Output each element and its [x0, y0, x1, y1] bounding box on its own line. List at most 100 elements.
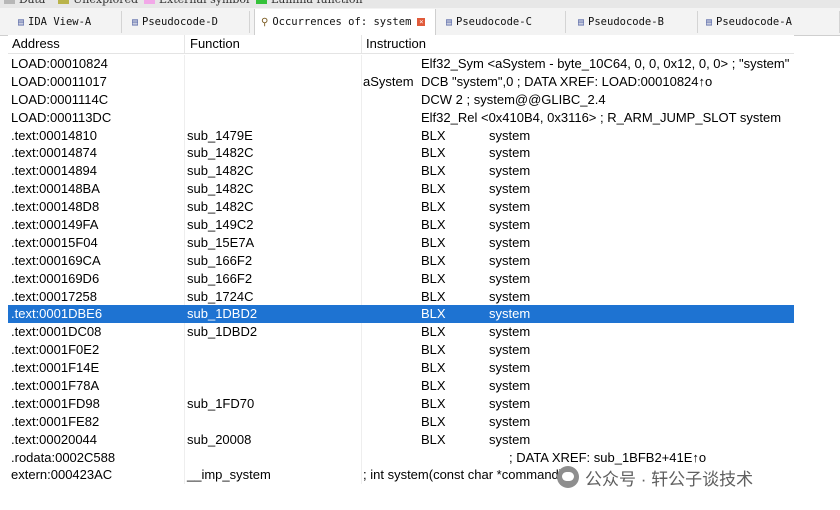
ida-view-icon: ▤ [18, 16, 25, 28]
column-divider [361, 72, 362, 91]
column-divider [361, 180, 362, 199]
instruction-mnemonic: Elf32_Rel <0x410B4, 0x3116> ; R_ARM_JUMP… [421, 109, 782, 125]
legend-swatch [144, 0, 155, 4]
list-item[interactable]: .text:00014810 sub_1479E BLX system [8, 126, 794, 145]
tab-pseudocode-d[interactable]: ▤ Pseudocode-D [126, 11, 250, 33]
list-item[interactable]: .text:0001FE82 BLX system [8, 412, 794, 431]
cell-address: LOAD:0001114C [11, 91, 109, 107]
list-item[interactable]: LOAD:00011017 aSystem DCB "system",0 ; DAT… [8, 72, 794, 91]
list-item[interactable]: .text:000148BA sub_1482C BLX system [8, 180, 794, 199]
column-divider [184, 216, 185, 234]
column-divider [184, 269, 185, 288]
list-item[interactable]: .text:00015F04 sub_15E7A BLX system [8, 233, 794, 252]
list-item[interactable]: .text:0001F14E BLX system [8, 359, 794, 378]
instruction-mnemonic: BLX [421, 234, 446, 250]
column-header-function[interactable]: Function [190, 35, 240, 53]
list-item[interactable]: .text:0001F0E2 BLX system [8, 341, 794, 360]
cell-function: sub_15E7A [187, 234, 255, 250]
cell-instruction: aSystem DCB "system",0 ; DATA XREF: LOAD:… [363, 73, 712, 91]
column-divider [184, 466, 185, 485]
instruction-mnemonic: DCW 2 ; system@@GLIBC_2.4 [421, 91, 606, 107]
tab-occurrences-of-system[interactable]: ⚲ Occurrences of: system × [254, 9, 436, 35]
list-item[interactable]: .text:0001F78A BLX system [8, 377, 794, 395]
instruction-operand: system [489, 395, 531, 411]
legend-swatch [256, 0, 267, 4]
column-separator[interactable] [361, 35, 362, 53]
column-header: Address Function Instruction [8, 35, 794, 54]
column-divider [184, 341, 185, 360]
instruction-operand: system [489, 378, 531, 394]
cell-function: sub_149C2 [187, 217, 254, 233]
instruction-mnemonic: Elf32_Sym <aSystem - byte_10C64, 0, 0, 0… [421, 56, 790, 71]
list-item[interactable]: .text:000148D8 sub_1482C BLX system [8, 198, 794, 217]
instruction-operand: system [489, 413, 531, 429]
list-item[interactable]: LOAD:00010824 Elf32_Sym <aSystem - byte_1… [8, 55, 794, 73]
list-item[interactable]: LOAD:000113DC Elf32_Rel <0x410B4, 0x3116>… [8, 108, 794, 127]
column-divider [361, 162, 362, 181]
column-divider [361, 412, 362, 431]
list-item[interactable]: .text:00017258 sub_1724C BLX system [8, 287, 794, 306]
cell-address: .text:0001FE82 [11, 413, 100, 429]
watermark-text: 公众号 · 轩公子谈技术 [585, 469, 754, 489]
tab-label: IDA View-A [28, 16, 92, 28]
cell-address: .text:00014874 [11, 145, 98, 161]
column-divider [184, 305, 185, 324]
list-item[interactable]: .text:0001DBE6 sub_1DBD2 BLX system [8, 305, 794, 324]
list-item[interactable]: .text:00020044 sub_20008 BLX system [8, 430, 794, 449]
column-divider [184, 233, 185, 252]
legend-label: Unexplored [73, 0, 138, 6]
instruction-label: ; int system(const char *command) [363, 467, 564, 483]
cell-function: sub_1724C [187, 288, 254, 304]
tab-label: Pseudocode-B [588, 16, 664, 28]
tab-close-icon[interactable]: × [417, 18, 426, 26]
tab-pseudocode-b[interactable]: ▤ Pseudocode-B [572, 11, 698, 33]
column-header-address[interactable]: Address [12, 35, 60, 53]
list-item[interactable]: .text:0001FD98 sub_1FD70 BLX system [8, 394, 794, 413]
list-item[interactable]: .text:000169CA sub_166F2 BLX system [8, 251, 794, 270]
tab-pseudocode-c[interactable]: ▤ Pseudocode-C [440, 11, 566, 33]
list-item[interactable]: .text:000149FA sub_149C2 BLX system [8, 216, 794, 234]
instruction-mnemonic: BLX [421, 217, 446, 233]
list-item[interactable]: .text:00014894 sub_1482C BLX system [8, 162, 794, 181]
cell-address: .text:00015F04 [11, 234, 98, 250]
legend-swatch [58, 0, 69, 4]
instruction-mnemonic: BLX [421, 342, 446, 358]
pseudocode-icon: ▤ [446, 16, 453, 28]
column-separator[interactable] [184, 35, 185, 53]
instruction-operand: system [489, 127, 531, 143]
instruction-operand: system [489, 199, 531, 215]
instruction-operand: system [489, 252, 531, 268]
cell-address: .text:000149FA [11, 217, 99, 233]
instruction-mnemonic: BLX [421, 413, 446, 429]
tab-pseudocode-a[interactable]: ▤ Pseudocode-A [700, 11, 840, 33]
instruction-operand: system [489, 163, 531, 179]
cell-address: .text:000169CA [11, 252, 101, 268]
instruction-mnemonic: BLX [421, 181, 446, 197]
instruction-operand: system [489, 306, 531, 322]
watermark: 公众号 · 轩公子谈技术 [557, 463, 753, 491]
cell-function: sub_1DBD2 [187, 306, 258, 322]
column-divider [361, 126, 362, 145]
legend-label: Lumina function [271, 0, 363, 6]
cell-function: sub_1FD70 [187, 395, 255, 411]
column-divider [184, 55, 185, 73]
list-item[interactable]: .text:00014874 sub_1482C BLX system [8, 144, 794, 163]
column-divider [361, 448, 362, 467]
legend-item: Unexplored [58, 0, 138, 6]
tab-ida-view-a[interactable]: ▤ IDA View-A [12, 11, 122, 33]
cell-function: sub_1482C [187, 181, 254, 197]
list-item[interactable]: LOAD:0001114C DCW 2 ; system@@GLIBC_2.4 [8, 90, 794, 109]
column-divider [361, 269, 362, 288]
list-item[interactable]: .text:0001DC08 sub_1DBD2 BLX system [8, 323, 794, 342]
column-divider [361, 394, 362, 413]
occurrences-list: LOAD:00010824 Elf32_Sym <aSystem - byte_1… [8, 55, 794, 485]
legend-item: Data [4, 0, 45, 6]
instruction-operand: system [489, 145, 531, 161]
tab-label: Pseudocode-A [716, 16, 792, 28]
list-item[interactable]: .text:000169D6 sub_166F2 BLX system [8, 269, 794, 288]
cell-address: LOAD:00011017 [11, 73, 107, 89]
column-divider [184, 198, 185, 217]
cell-address: .text:0001DC08 [11, 324, 102, 340]
instruction-mnemonic: BLX [421, 127, 446, 143]
column-header-instruction[interactable]: Instruction [366, 35, 426, 53]
